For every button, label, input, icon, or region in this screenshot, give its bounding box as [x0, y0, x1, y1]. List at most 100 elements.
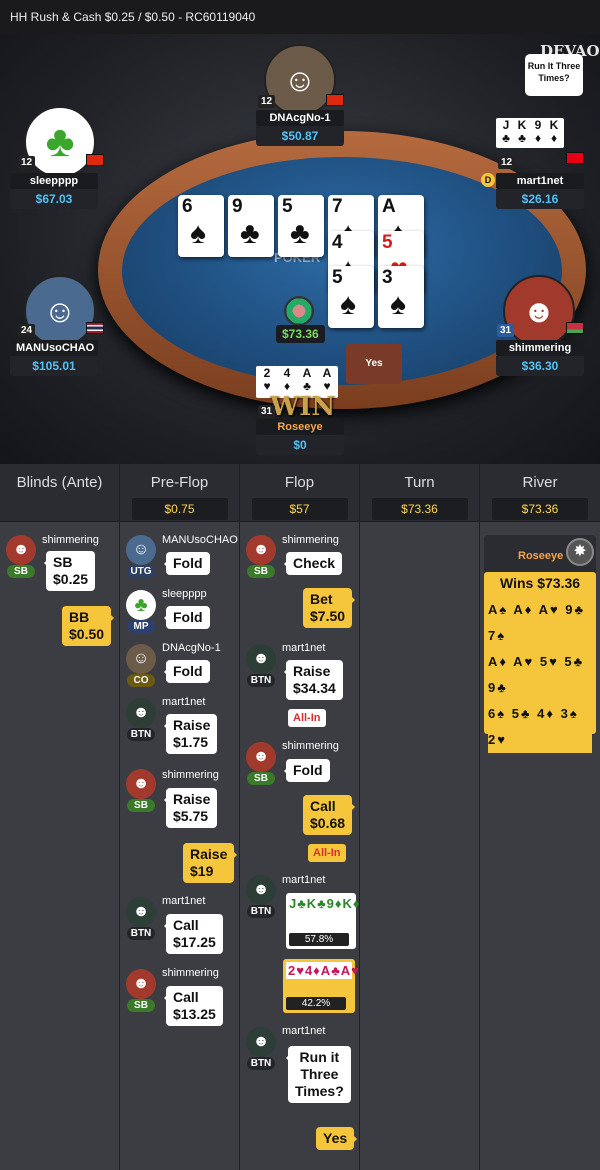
level-badge: 12: [18, 156, 36, 169]
winning-hands: Wins $73.36 A♠ A♦ A♥ 9♣ 7♠ A♦ A♥ 5♥ 5♣ 9…: [484, 572, 596, 753]
hero-action-bubble: Yes: [316, 1127, 358, 1150]
level-badge: 31: [497, 324, 515, 337]
player-name: mart1net: [282, 874, 326, 886]
column-turn: Turn $73.36: [360, 464, 480, 1170]
action-bubble: Call $13.25: [164, 986, 223, 1026]
hand-cards: J♣K♣9♦K♦: [289, 896, 361, 911]
player-avatar: ☺: [126, 535, 156, 565]
player-name: mart1net: [162, 696, 206, 708]
player-avatar: ☻: [6, 535, 36, 565]
board-runouts: A♠ A♦ A♥ 9♣ 7♠ A♦ A♥ 5♥ 5♣ 9♣ 6♠ 5♣ 4♦ 3…: [488, 597, 592, 753]
hole-card: K ♦: [544, 118, 564, 148]
player-avatar: ☻: [503, 275, 575, 347]
player-avatar: ☻: [246, 875, 276, 905]
position-badge: SB: [247, 772, 275, 785]
column-header: Blinds (Ante): [0, 464, 119, 522]
title-bar: HH Rush & Cash $0.25 / $0.50 - RC6011904…: [0, 0, 600, 34]
action-bubble: SB $0.25: [43, 551, 96, 591]
seat-top-name: DNAcgNo-1: [256, 110, 344, 126]
flag-icon: [566, 322, 584, 334]
seat-bottom-name: Roseeye: [256, 419, 344, 435]
position-badge: SB: [127, 999, 155, 1012]
runout-card: 5 ♠: [328, 266, 374, 328]
board-card: 9 ♣: [228, 195, 274, 257]
position-badge: BTN: [127, 927, 155, 940]
dealer-button-icon: D: [481, 173, 495, 187]
win-banner: WIN: [270, 392, 336, 422]
player-name: shimmering: [162, 967, 219, 979]
position-badge: BTN: [247, 674, 275, 687]
player-name: mart1net: [282, 642, 326, 654]
street-pot: $73.36: [492, 498, 588, 520]
player-avatar: ☻: [126, 698, 156, 728]
hero-action-bubble: Bet $7.50: [303, 588, 356, 628]
level-badge: 12: [258, 95, 276, 108]
action-bubble: Raise $1.75: [163, 714, 218, 754]
position-badge: MP: [127, 620, 155, 633]
player-avatar: ☻: [126, 969, 156, 999]
runout-row: A♦ A♥ 5♥ 5♣ 9♣: [488, 654, 585, 695]
equity-percent: 42.2%: [286, 997, 346, 1010]
seat-left-stack: $105.01: [10, 356, 98, 376]
column-header: Turn $73.36: [360, 464, 479, 522]
seat-bottom-stack: $0: [256, 435, 344, 455]
run-it-three-hint: Run It Three Times?: [525, 54, 583, 96]
player-avatar: ☻: [126, 897, 156, 927]
position-badge: BTN: [247, 1057, 275, 1070]
hand-title: HH Rush & Cash $0.25 / $0.50 - RC6011904…: [10, 10, 256, 24]
revealed-hand: J♣K♣9♦K♦ 57.8%: [286, 893, 361, 949]
position-badge: SB: [127, 799, 155, 812]
position-badge: SB: [247, 565, 275, 578]
position-badge: BTN: [127, 728, 155, 741]
poker-table-view: POKER DEVAO Run It Three Times? ☺ 12 DNA…: [0, 34, 600, 464]
seat-left-name: MANUsoCHAO: [10, 340, 98, 356]
star-icon: ✸: [566, 538, 594, 566]
level-badge: 12: [498, 156, 516, 169]
runout-card: 3 ♠: [378, 266, 424, 328]
all-in-badge: All-In: [308, 844, 346, 862]
action-bubble: Raise $5.75: [163, 788, 218, 828]
hand-cards: 2♥4♦A♣A♥: [286, 962, 360, 979]
winner-panel: Roseeye ✸ Wins $73.36 A♠ A♦ A♥ 9♣ 7♠ A♦ …: [484, 535, 596, 753]
hero-action-bubble: BB $0.50: [62, 606, 115, 646]
wins-amount: Wins $73.36: [500, 575, 581, 591]
board-card: 6 ♠: [178, 195, 224, 257]
action-bubble: Fold: [164, 606, 210, 629]
flag-icon: [326, 94, 344, 106]
player-avatar: ☻: [246, 742, 276, 772]
column-header: Pre-Flop $0.75: [120, 464, 239, 522]
action-bubble: Fold: [164, 552, 210, 575]
seat-topleft-stack: $67.03: [10, 189, 98, 209]
action-bubble: Fold: [164, 660, 210, 683]
player-name: shimmering: [282, 740, 339, 752]
seat-left[interactable]: ☺: [24, 275, 96, 347]
player-avatar: ☻: [246, 1027, 276, 1057]
player-name: MANUsoCHAO: [162, 534, 238, 546]
yes-action-button[interactable]: Yes: [346, 344, 402, 384]
seat-topleft-name: sleepppp: [10, 173, 98, 189]
position-badge: BTN: [247, 905, 275, 918]
player-avatar: ☺: [126, 644, 156, 674]
seat-right-name: shimmering: [496, 340, 584, 356]
runout-row: A♠ A♦ A♥ 9♣ 7♠: [488, 602, 586, 643]
hero-action-bubble: Raise $19: [183, 843, 238, 883]
position-badge: CO: [127, 674, 155, 687]
all-in-badge: All-In: [288, 709, 326, 727]
player-avatar: ☻: [246, 644, 276, 674]
seat-right[interactable]: ☻: [503, 275, 575, 347]
player-name: sleepppp: [162, 588, 207, 600]
player-name: mart1net: [282, 1025, 326, 1037]
board-card: 5 ♣: [278, 195, 324, 257]
player-name: mart1net: [162, 895, 206, 907]
player-name: shimmering: [162, 769, 219, 781]
flag-icon: [86, 322, 104, 334]
player-avatar: ☺: [24, 275, 96, 347]
action-bubble: Call $17.25: [164, 914, 223, 954]
flag-icon: [86, 154, 104, 166]
position-badge: UTG: [127, 565, 155, 578]
action-bubble: Run it Three Times?: [286, 1046, 351, 1103]
pot-amount: $73.36: [276, 325, 325, 343]
hand-history-panel: Blinds (Ante) Pre-Flop $0.75 Flop $57 Turn…: [0, 464, 600, 1170]
level-badge: 24: [18, 324, 36, 337]
action-bubble: Fold: [284, 759, 330, 782]
